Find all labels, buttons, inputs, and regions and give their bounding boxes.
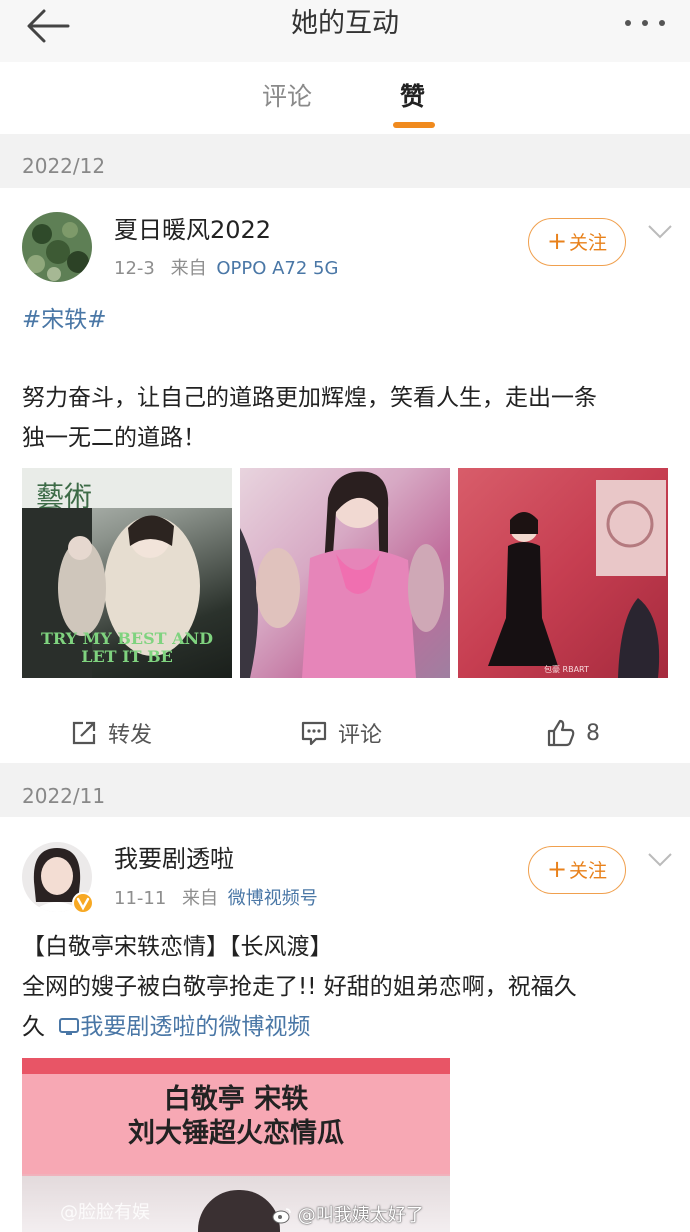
- image-caption: LET IT BE: [81, 647, 173, 666]
- watermark-text: @叫我姨太好了: [297, 1205, 424, 1226]
- repost-icon: [72, 721, 96, 745]
- post-text-line: 努力奋斗，让自己的道路更加辉煌，笑看人生，走出一条: [22, 385, 597, 411]
- like-count: 8: [586, 720, 600, 746]
- follow-label: 关注: [569, 860, 608, 882]
- page-title: 她的互动: [291, 8, 399, 39]
- post-time: 11-11: [114, 888, 167, 909]
- repost-button[interactable]: 转发: [70, 703, 152, 763]
- tab-comments[interactable]: 评论: [262, 80, 312, 114]
- active-tab-indicator: [393, 122, 435, 128]
- post-meta: 12-3 来自 OPPO A72 5G: [114, 256, 338, 282]
- post-image[interactable]: [240, 468, 450, 678]
- post-text-line: 久 我要剧透啦的微博视频: [22, 1009, 310, 1045]
- more-dots-icon[interactable]: [622, 8, 668, 38]
- post-text-line: 独一无二的道路！: [22, 425, 206, 451]
- post-meta: 11-11 来自 微博视频号: [114, 886, 318, 912]
- post-time: 12-3: [114, 258, 155, 279]
- weibo-logo-icon: [272, 1208, 291, 1224]
- video-title-line: 刘大锤超火恋情瓜: [128, 1118, 344, 1149]
- hashtag-link[interactable]: #宋轶#: [22, 302, 107, 338]
- post-image[interactable]: 藝術 TRY MY BEST AND LET IT BE: [22, 468, 232, 678]
- verified-badge-icon: [72, 892, 94, 914]
- chevron-down-icon[interactable]: [647, 852, 673, 868]
- post-image-art: [240, 471, 444, 678]
- post-source[interactable]: OPPO A72 5G: [216, 258, 338, 279]
- post-actions: 转发 评论 8: [0, 703, 690, 763]
- plus-icon: +: [546, 227, 568, 255]
- top-bar: 她的互动: [0, 0, 690, 62]
- video-link[interactable]: 我要剧透啦的微博视频: [52, 1014, 310, 1040]
- like-icon: [547, 719, 575, 747]
- video-watermark: @脸脸有娱: [60, 1202, 150, 1223]
- section-date: 2022/12: [22, 154, 106, 178]
- post-image[interactable]: 包豪 RBART: [458, 468, 668, 678]
- tab-likes[interactable]: 赞: [400, 80, 425, 114]
- repost-label: 转发: [108, 723, 153, 748]
- chevron-down-icon[interactable]: [647, 224, 673, 240]
- from-prefix: 来自: [182, 888, 219, 909]
- screenshot-watermark: @叫我姨太好了: [272, 1201, 424, 1227]
- post-text-fragment: 久: [22, 1014, 45, 1040]
- section-date: 2022/11: [22, 784, 106, 808]
- post-source[interactable]: 微博视频号: [228, 888, 318, 909]
- follow-label: 关注: [569, 232, 608, 254]
- follow-button[interactable]: + 关注: [528, 218, 626, 266]
- video-icon: [59, 1018, 80, 1035]
- username[interactable]: 我要剧透啦: [114, 843, 234, 875]
- comment-label: 评论: [338, 723, 383, 748]
- avatar-image: [22, 212, 92, 282]
- from-prefix: 来自: [170, 258, 207, 279]
- post-text-line: 全网的嫂子被白敬亭抢走了!! 好甜的姐弟恋啊，祝福久: [22, 974, 577, 1000]
- username[interactable]: 夏日暖风2022: [114, 214, 271, 246]
- tab-bar: 评论 赞: [0, 62, 690, 134]
- plus-icon: +: [546, 855, 568, 883]
- comment-button[interactable]: 评论: [300, 703, 382, 763]
- svg-text:包豪 RBART: 包豪 RBART: [544, 664, 589, 674]
- post-text-line: 【白敬亭宋轶恋情】【长风渡】: [22, 934, 333, 960]
- like-button[interactable]: 8: [546, 703, 600, 763]
- image-caption: TRY MY BEST AND: [40, 629, 214, 648]
- post-image-art: 包豪 RBART: [488, 480, 666, 678]
- follow-button[interactable]: + 关注: [528, 846, 626, 894]
- comment-icon: [301, 721, 327, 746]
- video-link-label: 我要剧透啦的微博视频: [80, 1014, 311, 1040]
- avatar[interactable]: [22, 212, 92, 282]
- video-title-line: 白敬亭 宋轶: [163, 1084, 309, 1115]
- avatar[interactable]: [22, 842, 94, 914]
